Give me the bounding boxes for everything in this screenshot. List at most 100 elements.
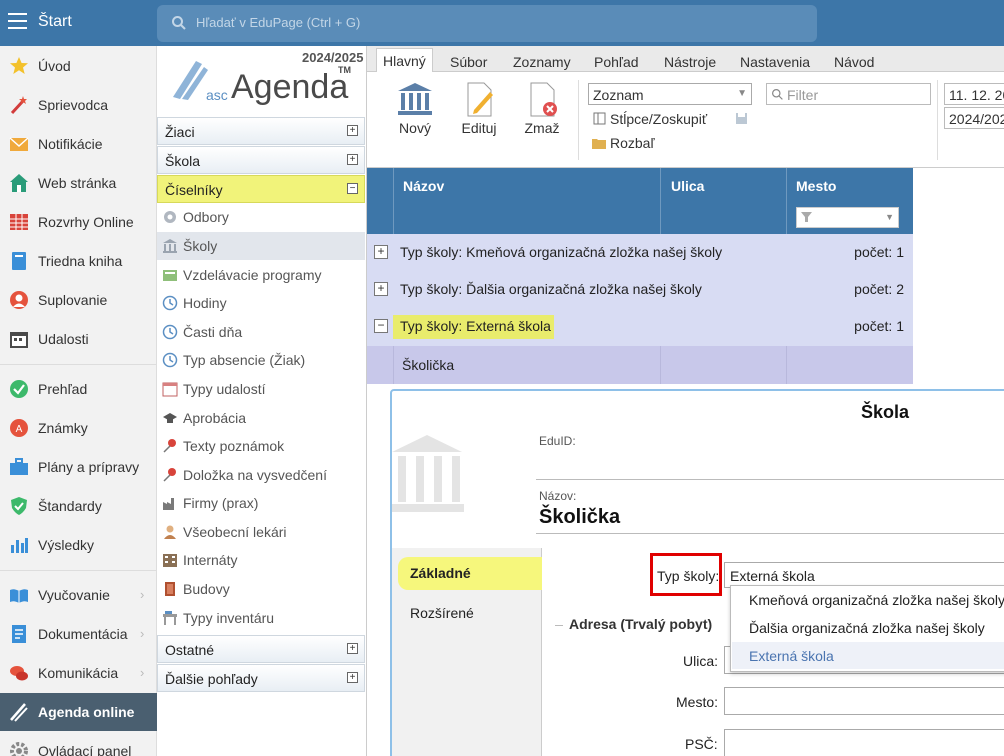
filter-input[interactable]: Filter	[766, 83, 931, 105]
nav-item-prehlad[interactable]: Prehľad	[0, 370, 157, 408]
group-row-kmenova[interactable]: + Typ školy: Kmeňová organizačná zložka n…	[367, 234, 913, 272]
nav-item-notifikacie[interactable]: Notifikácie	[0, 125, 157, 163]
table-row[interactable]: Školička	[367, 346, 913, 384]
mesto-input[interactable]	[724, 687, 1004, 715]
sub-item-aprobacia[interactable]: Aprobácia	[157, 404, 365, 432]
clock-icon	[162, 324, 178, 340]
svg-text:Agenda: Agenda	[231, 68, 348, 105]
edit-button[interactable]: Edituj	[449, 80, 509, 150]
nav-item-sprievodca[interactable]: Sprievodca	[0, 86, 157, 124]
ulica-label: Ulica:	[683, 653, 719, 669]
tab-zakladne[interactable]: Základné	[398, 557, 542, 590]
nav-item-web-stranka[interactable]: Web stránka	[0, 164, 157, 202]
pen-icon	[10, 703, 28, 722]
chevron-right-icon: ›	[140, 587, 145, 602]
expand-plus-icon[interactable]: +	[347, 643, 358, 654]
pin-icon	[163, 468, 176, 482]
wand-icon	[10, 96, 27, 115]
nav-item-znamky[interactable]: A Známky	[0, 409, 157, 447]
psc-input[interactable]	[724, 729, 1004, 756]
save-icon[interactable]	[735, 112, 748, 125]
expand-button[interactable]: Rozbaľ	[610, 135, 655, 151]
tab-rozsirene[interactable]: Rozšírené	[410, 605, 474, 621]
tab-navod[interactable]: Návod	[828, 50, 880, 72]
sub-item-typy-udalosti[interactable]: Typy udalostí	[157, 375, 365, 403]
nav-item-vysledky[interactable]: Výsledky	[0, 526, 157, 564]
column-ulica[interactable]: Ulica	[671, 178, 704, 194]
delete-button[interactable]: Zmaž	[512, 80, 572, 150]
sub-item-firmy[interactable]: Firmy (prax)	[157, 489, 365, 517]
sub-item-hodiny[interactable]: Hodiny	[157, 289, 365, 317]
sub-item-budovy[interactable]: Budovy	[157, 575, 365, 603]
edit-document-icon	[467, 82, 493, 117]
section-ostatne[interactable]: Ostatné +	[157, 635, 365, 663]
sub-item-odbory[interactable]: Odbory	[157, 203, 365, 231]
expand-plus-icon[interactable]: +	[374, 282, 388, 296]
dropdown-option-selected[interactable]: Externá škola	[732, 642, 1004, 669]
sub-item-lekari[interactable]: Všeobecní lekári	[157, 518, 365, 546]
sub-item-vzdelavacie-programy[interactable]: Vzdelávacie programy	[157, 261, 365, 289]
dialog-title: Škola	[861, 402, 910, 422]
tab-zoznamy[interactable]: Zoznamy	[507, 50, 577, 72]
tab-pohlad[interactable]: Pohľad	[588, 50, 645, 72]
school-year-select[interactable]: 2024/2025	[944, 107, 1004, 129]
tab-nastroje[interactable]: Nástroje	[658, 50, 722, 72]
column-nazov[interactable]: Názov	[403, 178, 444, 194]
sub-item-texty-poznamok[interactable]: Texty poznámok	[157, 432, 365, 460]
column-mesto[interactable]: Mesto	[796, 178, 836, 194]
clock-icon	[162, 352, 178, 368]
expand-plus-icon[interactable]: +	[374, 245, 388, 259]
date-from-input[interactable]: 11. 12. 2024	[944, 83, 1004, 105]
dropdown-option[interactable]: Kmeňová organizačná zložka našej školy	[732, 586, 1004, 613]
book-icon	[12, 252, 26, 270]
collapse-minus-icon[interactable]: −	[374, 319, 388, 333]
view-select[interactable]: Zoznam ▼	[588, 83, 752, 105]
calendar-icon	[162, 382, 178, 397]
collapse-minus-icon[interactable]: −	[347, 183, 358, 194]
asc-agenda-logo: asc Agenda TM	[173, 61, 351, 105]
nav-item-komunikacia[interactable]: Komunikácia ›	[0, 654, 157, 692]
section-ziaci[interactable]: Žiaci +	[157, 117, 365, 145]
nav-item-rozvrhy-online[interactable]: Rozvrhy Online	[0, 203, 157, 241]
section-skola[interactable]: Škola +	[157, 146, 365, 174]
start-link[interactable]: Štart	[38, 13, 72, 31]
sub-item-skoly[interactable]: Školy	[157, 232, 365, 260]
group-row-dalsia[interactable]: + Typ školy: Ďalšia organizačná zložka na…	[367, 271, 913, 309]
eduid-label: EduID:	[539, 434, 576, 448]
sub-item-internaty[interactable]: Internáty	[157, 546, 365, 574]
tab-subor[interactable]: Súbor	[444, 50, 493, 72]
nav-item-vyucovanie[interactable]: Vyučovanie ›	[0, 576, 157, 614]
search-icon	[172, 16, 186, 30]
nav-item-uvod[interactable]: Úvod	[0, 47, 157, 85]
group-row-externa[interactable]: − Typ školy: Externá škola počet: 1	[367, 308, 913, 346]
new-button[interactable]: Nový	[385, 80, 445, 150]
nav-item-standardy[interactable]: Štandardy	[0, 487, 157, 525]
briefcase-icon	[10, 458, 28, 475]
hamburger-menu-icon[interactable]	[8, 13, 27, 32]
expand-plus-icon[interactable]: +	[347, 154, 358, 165]
expand-plus-icon[interactable]: +	[347, 672, 358, 683]
sub-item-dolozka[interactable]: Doložka na vysvedčení	[157, 461, 365, 489]
school-building-icon	[163, 239, 177, 253]
sub-item-casti-dna[interactable]: Časti dňa	[157, 318, 365, 346]
nav-item-suplovanie[interactable]: Suplovanie	[0, 281, 157, 319]
search-placeholder: Hľadať v EduPage (Ctrl + G)	[196, 15, 361, 30]
section-dalsie-pohlady[interactable]: Ďalšie pohľady +	[157, 664, 365, 692]
dropdown-option[interactable]: Ďalšia organizačná zložka našej školy	[732, 614, 1004, 641]
tab-hlavny[interactable]: Hlavný	[376, 48, 433, 75]
sub-item-typ-absencie[interactable]: Typ absencie (Žiak)	[157, 346, 365, 374]
sub-item-typy-inventaru[interactable]: Typy inventáru	[157, 604, 365, 632]
mesto-filter-select[interactable]: ▼	[796, 207, 899, 228]
section-ciselniky[interactable]: Číselníky −	[157, 175, 365, 203]
nav-item-ovladaci-panel[interactable]: Ovládací panel	[0, 732, 157, 756]
nav-item-triedna-kniha[interactable]: Triedna kniha	[0, 242, 157, 280]
nav-item-dokumentacia[interactable]: Dokumentácia ›	[0, 615, 157, 653]
expand-plus-icon[interactable]: +	[347, 125, 358, 136]
nav-item-agenda-online[interactable]: Agenda online	[0, 693, 157, 731]
search-icon	[772, 89, 783, 100]
tab-nastavenia[interactable]: Nastavenia	[734, 50, 816, 72]
columns-group-button[interactable]: Stĺpce/Zoskupiť	[610, 111, 707, 127]
nav-item-udalosti[interactable]: Udalosti	[0, 320, 157, 358]
nav-item-plany-a-pripravy[interactable]: Plány a prípravy	[0, 448, 157, 486]
pin-icon	[163, 439, 176, 453]
